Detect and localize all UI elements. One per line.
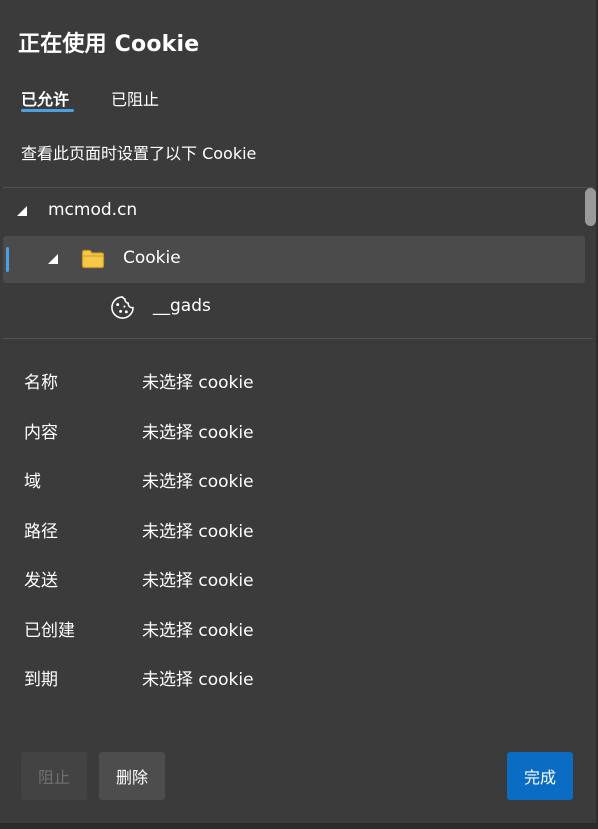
- detail-key: 已创建: [24, 620, 75, 641]
- tab-blocked[interactable]: 已阻止: [111, 86, 159, 110]
- detail-key: 名称: [24, 373, 58, 393]
- detail-value: 未选择 cookie: [142, 670, 254, 690]
- detail-row-domain: 域 未选择 cookie: [24, 467, 564, 497]
- done-button[interactable]: 完成: [507, 752, 573, 800]
- tree-item-domain-label: mcmod.cn: [48, 200, 138, 220]
- detail-row-send-for: 发送 未选择 cookie: [24, 566, 564, 596]
- delete-button[interactable]: 删除: [99, 752, 165, 800]
- tree-item-cookie[interactable]: __gads: [3, 284, 585, 331]
- tree-scrollbar[interactable]: [585, 188, 596, 226]
- detail-value: 未选择 cookie: [142, 571, 254, 591]
- block-button[interactable]: 阻止: [21, 752, 87, 800]
- tree-item-cookie-label: __gads: [153, 296, 211, 316]
- cookie-icon: [111, 296, 134, 319]
- detail-row-name: 名称 未选择 cookie: [24, 368, 564, 398]
- description-text: 查看此页面时设置了以下 Cookie: [21, 144, 257, 163]
- detail-value: 未选择 cookie: [142, 521, 254, 542]
- tree-item-cookie-folder[interactable]: Cookie: [3, 236, 585, 283]
- expand-triangle-icon[interactable]: [48, 254, 58, 264]
- tab-allowed[interactable]: 已允许: [21, 86, 74, 112]
- detail-row-path: 路径 未选择 cookie: [24, 517, 564, 547]
- detail-row-created: 已创建 未选择 cookie: [24, 616, 564, 646]
- detail-key: 到期: [24, 670, 58, 690]
- cookies-in-use-dialog: 正在使用 Cookie 已允许 已阻止 查看此页面时设置了以下 Cookie m…: [0, 0, 597, 826]
- detail-row-content: 内容 未选择 cookie: [24, 418, 564, 448]
- expand-triangle-icon[interactable]: [17, 206, 27, 216]
- detail-value: 未选择 cookie: [142, 422, 254, 443]
- tab-allowed-label: 已允许: [21, 90, 70, 109]
- tree-item-folder-label: Cookie: [123, 248, 181, 268]
- detail-key: 发送: [24, 571, 58, 591]
- folder-icon: [81, 249, 105, 269]
- divider-middle: [3, 338, 593, 339]
- detail-value: 未选择 cookie: [142, 620, 254, 641]
- detail-key: 路径: [24, 521, 58, 542]
- cookie-tree: mcmod.cn Cookie __gads: [3, 188, 585, 336]
- detail-key: 内容: [24, 422, 58, 443]
- detail-value: 未选择 cookie: [142, 472, 254, 492]
- dialog-title: 正在使用 Cookie: [18, 32, 200, 57]
- tab-blocked-label: 已阻止: [111, 90, 160, 109]
- detail-key: 域: [24, 472, 41, 492]
- active-tab-indicator: [21, 109, 74, 112]
- detail-value: 未选择 cookie: [142, 373, 254, 393]
- detail-row-expires: 到期 未选择 cookie: [24, 665, 564, 695]
- tree-item-domain[interactable]: mcmod.cn: [3, 188, 585, 235]
- selection-indicator: [6, 247, 9, 272]
